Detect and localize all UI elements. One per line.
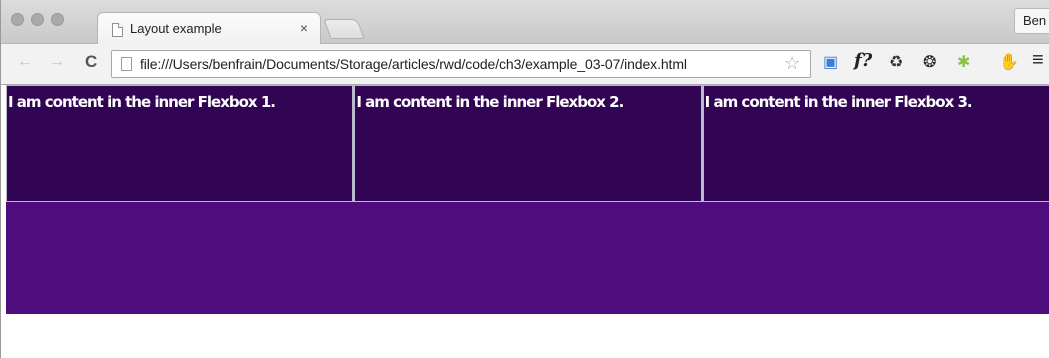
sync-icon[interactable]: ❂ <box>923 52 936 72</box>
toolbar: ← → C file:///Users/benfrain/Documents/S… <box>1 44 1049 85</box>
page-icon <box>121 57 132 71</box>
inner-flexbox-2: I am content in the inner Flexbox 2. <box>353 85 702 202</box>
profile-button[interactable]: Ben <box>1014 8 1049 34</box>
tab-close-icon[interactable]: × <box>300 20 308 36</box>
close-window-button[interactable] <box>11 13 24 26</box>
browser-window: Layout example × Ben ← → C file:///Users… <box>0 0 1049 358</box>
hand-icon[interactable]: ✋ <box>999 52 1019 72</box>
minimize-window-button[interactable] <box>31 13 44 26</box>
calendar-extension-icon[interactable]: ▣ <box>823 52 838 72</box>
recycle-icon[interactable]: ♻ <box>889 52 903 72</box>
reload-icon[interactable]: C <box>85 52 97 72</box>
inner-flexbox-row: I am content in the inner Flexbox 1. I a… <box>6 85 1049 202</box>
inner-flexbox-1: I am content in the inner Flexbox 1. <box>6 85 354 202</box>
page-viewport: I am content in the inner Flexbox 1. I a… <box>6 85 1049 358</box>
tab-title: Layout example <box>130 21 222 36</box>
address-bar[interactable]: file:///Users/benfrain/Documents/Storage… <box>111 50 811 78</box>
android-icon[interactable]: ✱ <box>957 52 970 72</box>
font-finder-icon[interactable]: f? <box>854 50 872 71</box>
menu-icon[interactable]: ≡ <box>1032 49 1044 72</box>
inner-flexbox-3: I am content in the inner Flexbox 3. <box>701 85 1049 202</box>
profile-name: Ben <box>1023 13 1047 28</box>
url-text[interactable]: file:///Users/benfrain/Documents/Storage… <box>140 56 687 72</box>
new-tab-button[interactable] <box>323 19 365 39</box>
back-arrow-icon[interactable]: ← <box>17 53 33 71</box>
page-icon <box>112 23 123 37</box>
tab-layout-example[interactable]: Layout example × <box>97 12 321 45</box>
tab-strip: Layout example × Ben <box>1 0 1049 45</box>
bookmark-star-icon[interactable]: ☆ <box>784 53 800 74</box>
outer-flexbox: I am content in the inner Flexbox 1. I a… <box>6 85 1049 314</box>
forward-arrow-icon[interactable]: → <box>49 53 65 71</box>
zoom-window-button[interactable] <box>51 13 64 26</box>
